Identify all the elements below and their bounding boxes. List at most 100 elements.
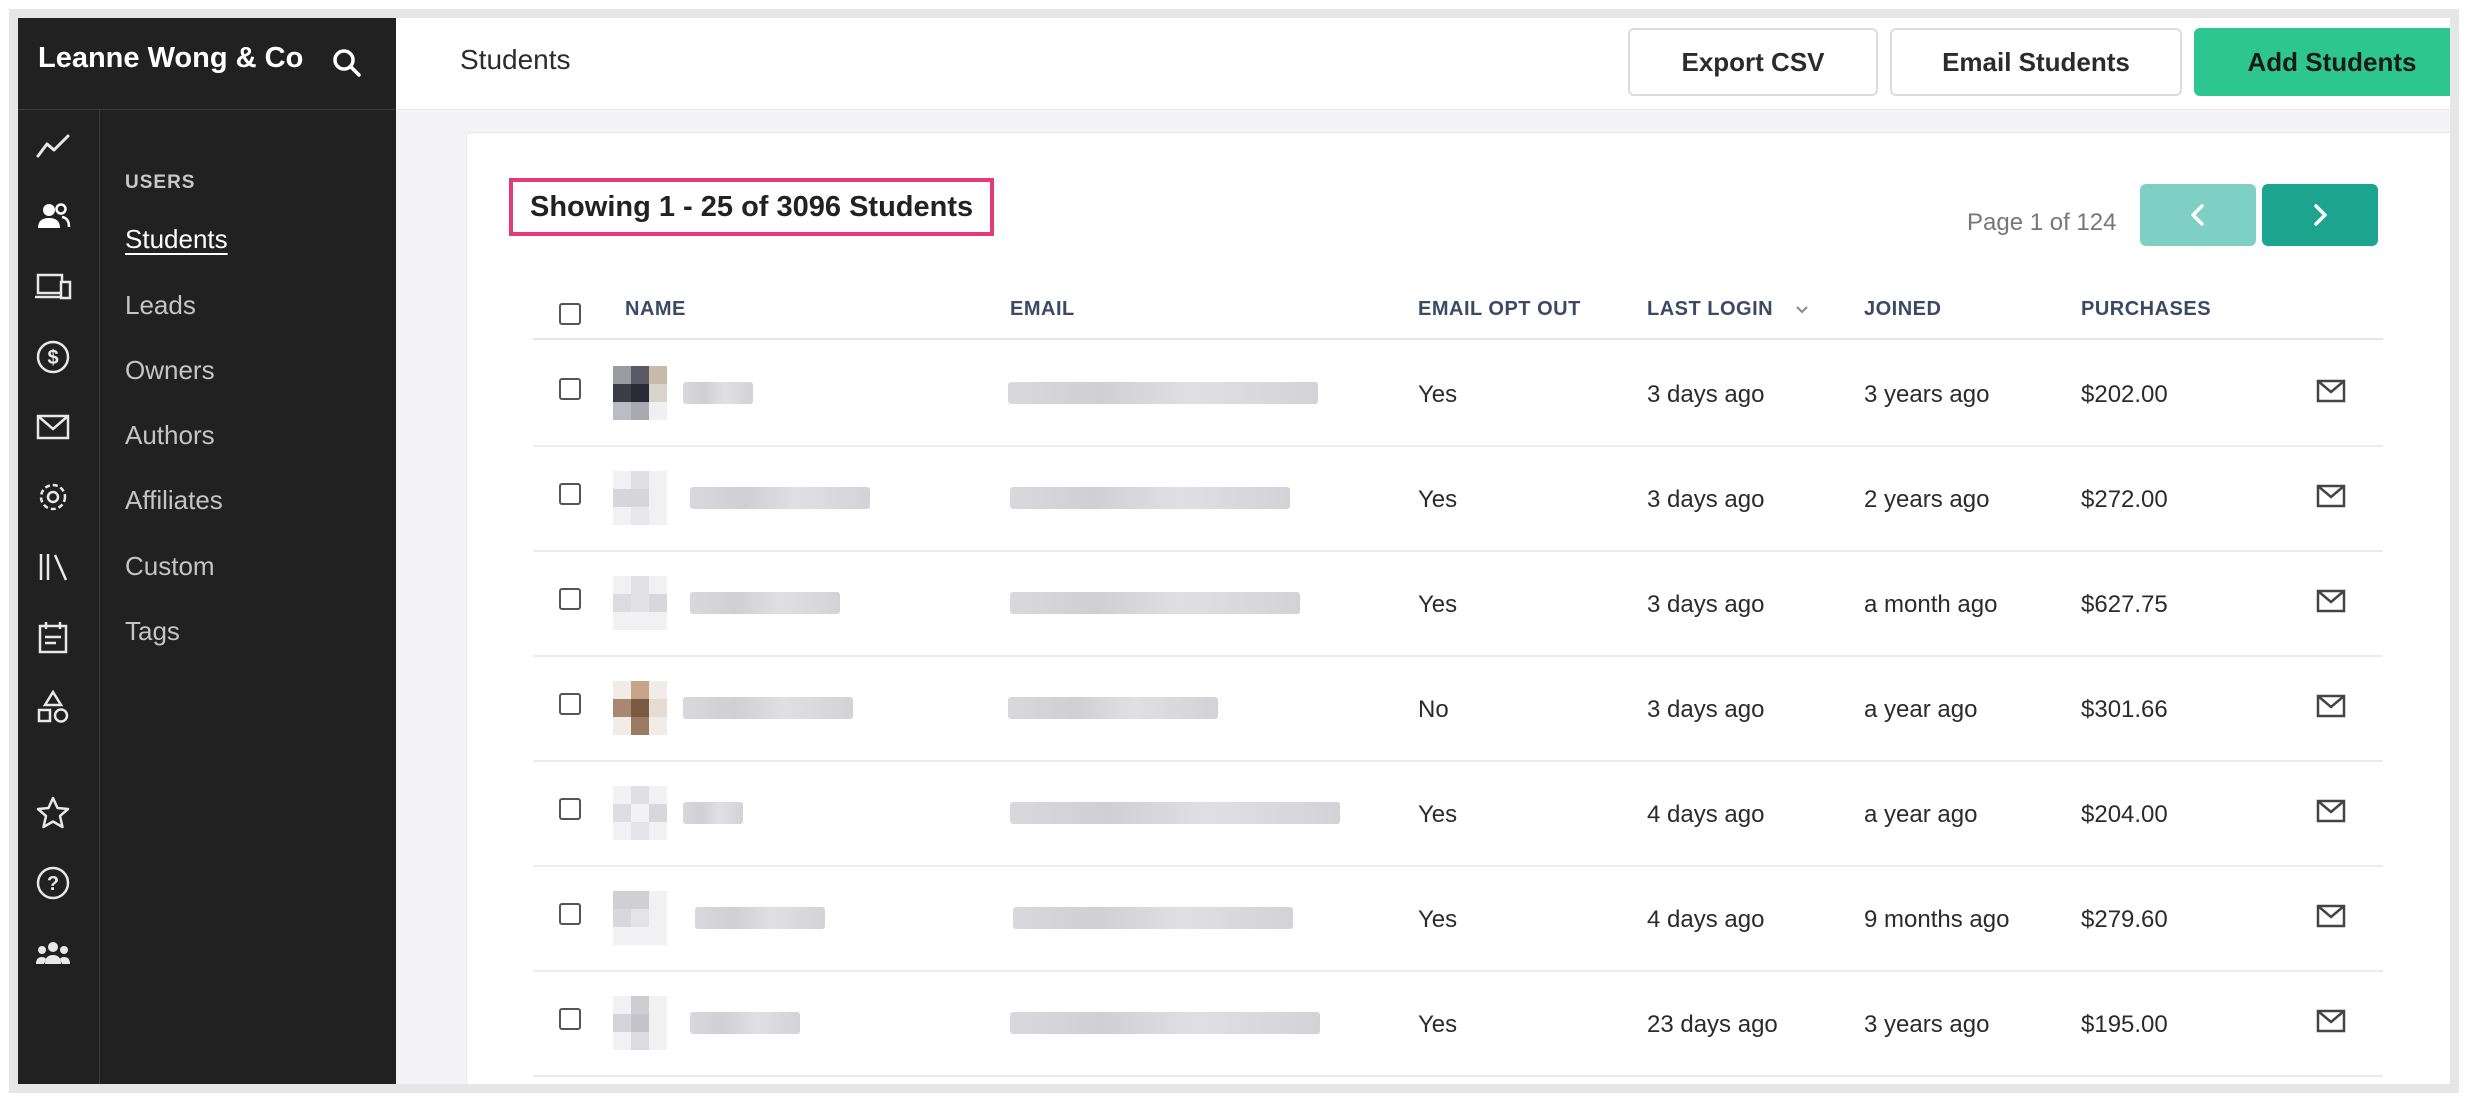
email-opt-out-cell: Yes <box>1418 1011 1458 1038</box>
subnav-heading: USERS <box>125 172 196 193</box>
redacted-email <box>1010 802 1340 824</box>
email-opt-out-cell: Yes <box>1418 381 1458 408</box>
table-header: NAME EMAIL EMAIL OPT OUT LAST LOGIN JOIN… <box>533 288 2383 340</box>
redacted-email <box>1010 1012 1320 1034</box>
mail-icon[interactable] <box>2316 796 2346 826</box>
shapes-icon[interactable] <box>30 684 76 730</box>
next-page-button[interactable] <box>2262 184 2378 246</box>
table-row[interactable]: Yes 3 days ago 2 years ago $272.00 <box>533 447 2383 552</box>
table-row[interactable]: Yes 23 days ago 3 years ago $195.00 <box>533 972 2383 1077</box>
subnav-item-students[interactable]: Students <box>125 224 228 255</box>
avatar <box>613 576 667 630</box>
sort-down-icon[interactable] <box>1794 302 1810 318</box>
gear-icon[interactable] <box>30 474 76 520</box>
joined-cell: 9 months ago <box>1864 906 2010 933</box>
column-name[interactable]: NAME <box>625 298 686 321</box>
subnav-item-owners[interactable]: Owners <box>125 355 215 386</box>
row-checkbox[interactable] <box>559 1008 581 1030</box>
column-last-login[interactable]: LAST LOGIN <box>1647 298 1773 321</box>
prev-page-button[interactable] <box>2140 184 2256 246</box>
subnav-item-affiliates[interactable]: Affiliates <box>125 485 223 516</box>
app-window: Leanne Wong & Co $ ? USERS Students Lead… <box>9 9 2459 1093</box>
avatar <box>613 786 667 840</box>
redacted-name <box>683 802 743 824</box>
chevron-left-icon <box>2191 204 2204 226</box>
calendar-icon[interactable] <box>30 614 76 660</box>
purchases-cell: $279.60 <box>2081 906 2168 933</box>
showing-count: Showing 1 - 25 of 3096 Students <box>509 178 995 236</box>
redacted-email <box>1010 487 1290 509</box>
add-students-button[interactable]: Add Students <box>2194 28 2450 96</box>
purchases-cell: $301.66 <box>2081 696 2168 723</box>
analytics-icon[interactable] <box>30 124 76 170</box>
last-login-cell: 3 days ago <box>1647 591 1765 618</box>
column-purchases[interactable]: PURCHASES <box>2081 298 2211 321</box>
search-icon[interactable] <box>330 46 364 80</box>
subnav-item-custom[interactable]: Custom <box>125 551 215 582</box>
mail-icon[interactable] <box>2316 1006 2346 1036</box>
column-email-opt-out[interactable]: EMAIL OPT OUT <box>1418 298 1581 321</box>
table-row[interactable]: Yes 4 days ago 9 months ago $279.60 <box>533 867 2383 972</box>
table-row[interactable]: No 3 days ago a year ago $301.66 <box>533 657 2383 762</box>
purchases-cell: $202.00 <box>2081 381 2168 408</box>
table-row[interactable]: Yes 3 days ago 3 years ago $202.00 <box>533 342 2383 447</box>
brand-bar: Leanne Wong & Co <box>18 18 396 110</box>
column-email[interactable]: EMAIL <box>1010 298 1075 321</box>
email-opt-out-cell: Yes <box>1418 486 1458 513</box>
column-joined[interactable]: JOINED <box>1864 298 1941 321</box>
redacted-name <box>683 697 853 719</box>
table-row[interactable]: Yes 3 days ago a month ago $627.75 <box>533 552 2383 657</box>
joined-cell: 2 years ago <box>1864 486 1990 513</box>
email-students-button[interactable]: Email Students <box>1890 28 2182 96</box>
subnav-item-authors[interactable]: Authors <box>125 420 215 451</box>
redacted-name <box>683 382 753 404</box>
svg-text:$: $ <box>47 347 58 369</box>
mail-icon[interactable] <box>2316 376 2346 406</box>
library-icon[interactable] <box>30 544 76 590</box>
page-header: Students Export CSV Email Students Add S… <box>396 18 2450 110</box>
mail-icon[interactable] <box>2316 691 2346 721</box>
row-checkbox[interactable] <box>559 378 581 400</box>
email-opt-out-cell: Yes <box>1418 906 1458 933</box>
email-opt-out-cell: Yes <box>1418 591 1458 618</box>
row-checkbox[interactable] <box>559 903 581 925</box>
joined-cell: a month ago <box>1864 591 1998 618</box>
help-icon[interactable]: ? <box>30 860 76 906</box>
page-info: Page 1 of 124 <box>1967 209 2117 236</box>
mail-icon[interactable] <box>2316 481 2346 511</box>
redacted-name <box>690 592 840 614</box>
table-row[interactable]: Yes 4 days ago a year ago $204.00 <box>533 762 2383 867</box>
purchases-cell: $195.00 <box>2081 1011 2168 1038</box>
avatar <box>613 996 667 1050</box>
mail-icon[interactable] <box>2316 586 2346 616</box>
devices-icon[interactable] <box>30 264 76 310</box>
students-card: Showing 1 - 25 of 3096 Students Page 1 o… <box>466 132 2450 1084</box>
purchases-cell: $627.75 <box>2081 591 2168 618</box>
mail-icon[interactable] <box>30 404 76 450</box>
redacted-name <box>690 487 870 509</box>
subnav-item-leads[interactable]: Leads <box>125 290 196 321</box>
brand-name: Leanne Wong & Co <box>38 42 304 74</box>
chevron-right-icon <box>2314 204 2327 226</box>
joined-cell: a year ago <box>1864 801 1978 828</box>
row-checkbox[interactable] <box>559 798 581 820</box>
star-icon[interactable] <box>30 790 76 836</box>
svg-text:?: ? <box>47 873 59 895</box>
redacted-name <box>690 1012 800 1034</box>
dollar-icon[interactable]: $ <box>30 334 76 380</box>
users-icon[interactable] <box>30 194 76 240</box>
email-opt-out-cell: No <box>1418 696 1449 723</box>
row-checkbox[interactable] <box>559 588 581 610</box>
export-csv-button[interactable]: Export CSV <box>1628 28 1878 96</box>
joined-cell: 3 years ago <box>1864 1011 1990 1038</box>
community-icon[interactable] <box>30 930 76 976</box>
mail-icon[interactable] <box>2316 901 2346 931</box>
last-login-cell: 3 days ago <box>1647 486 1765 513</box>
subnav-item-tags[interactable]: Tags <box>125 616 180 647</box>
row-checkbox[interactable] <box>559 693 581 715</box>
redacted-email <box>1010 592 1300 614</box>
last-login-cell: 23 days ago <box>1647 1011 1778 1038</box>
select-all-checkbox[interactable] <box>559 303 581 325</box>
row-checkbox[interactable] <box>559 483 581 505</box>
redacted-email <box>1008 382 1318 404</box>
